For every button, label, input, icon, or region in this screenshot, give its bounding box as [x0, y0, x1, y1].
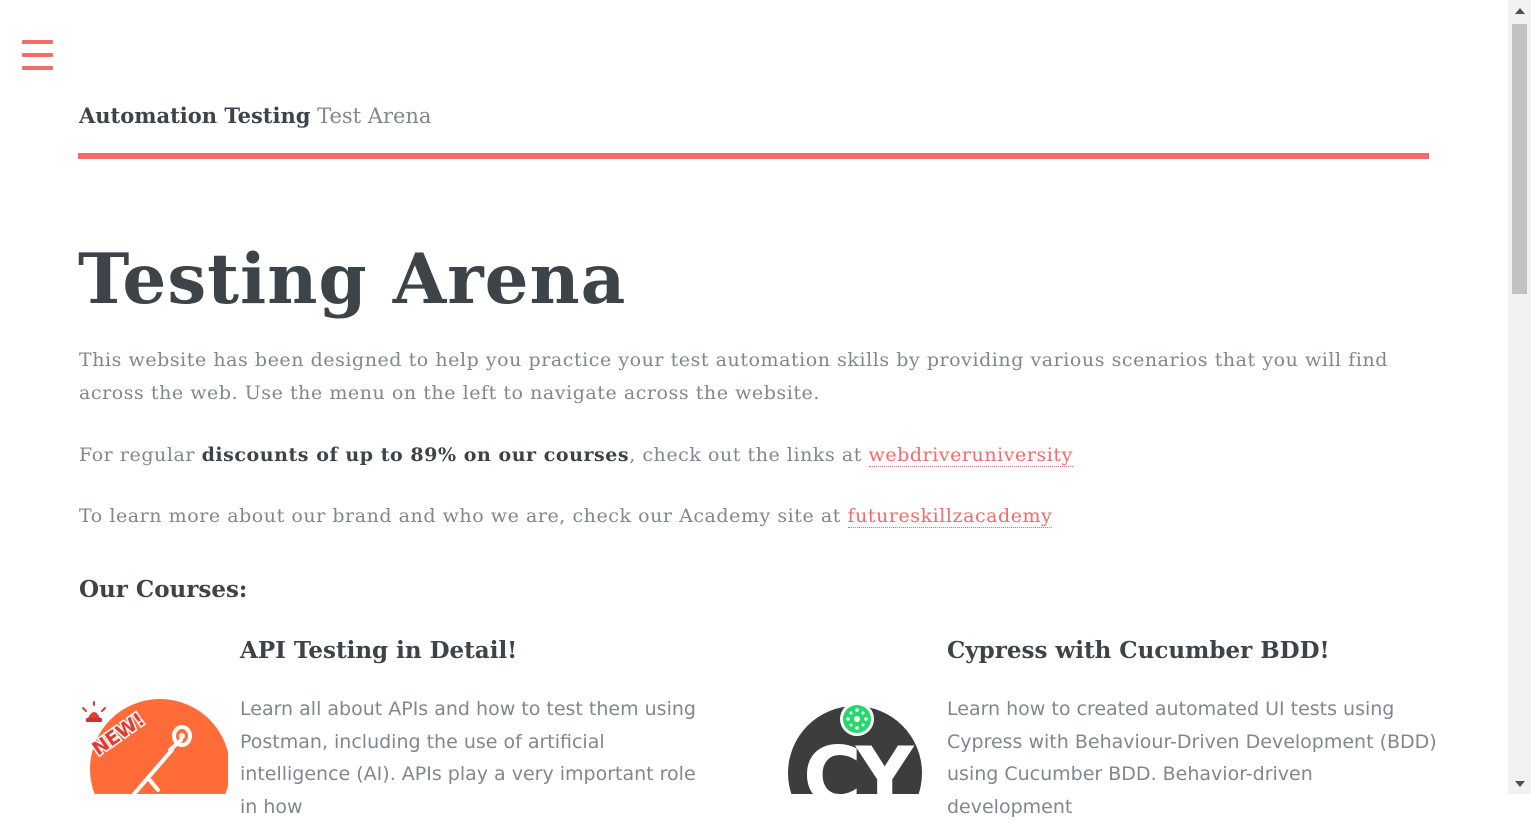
discounts-bold: discounts of up to 89% on our courses: [201, 444, 630, 466]
site-header: Automation Testing Test Arena: [79, 101, 1429, 131]
scroll-up-arrow-icon[interactable]: [1515, 8, 1525, 14]
academy-prefix: To learn more about our brand and who we…: [79, 505, 848, 527]
page-title: Testing Arena: [78, 239, 627, 320]
discounts-paragraph: For regular discounts of up to 89% on ou…: [79, 439, 1073, 472]
brand-bold: Automation Testing: [79, 103, 311, 128]
intro-text: This website has been designed to help y…: [79, 349, 1388, 404]
scroll-down-arrow-icon[interactable]: [1515, 781, 1525, 787]
course-title-api-testing[interactable]: API Testing in Detail!: [240, 635, 517, 667]
academy-paragraph: To learn more about our brand and who we…: [79, 500, 1053, 533]
discounts-prefix: For regular: [79, 444, 202, 466]
vertical-scrollbar[interactable]: [1508, 0, 1531, 794]
courses-heading: Our Courses:: [79, 576, 248, 603]
brand-link[interactable]: Automation Testing Test Arena: [79, 103, 432, 128]
cucumber-cypress-icon[interactable]: CY: [786, 700, 926, 794]
course-desc-api-testing: Learn all about APIs and how to test the…: [240, 698, 696, 818]
course-desc-cypress-cucumber: Learn how to created automated UI tests …: [947, 698, 1437, 818]
webdriveruniversity-link[interactable]: webdriveruniversity: [868, 444, 1073, 467]
discounts-middle: , check out the links at: [629, 444, 869, 466]
menu-toggle-icon[interactable]: [22, 40, 53, 70]
header-divider: [78, 153, 1429, 159]
brand-light: Test Arena: [317, 104, 432, 128]
course-title-cypress-cucumber[interactable]: Cypress with Cucumber BDD!: [947, 635, 1330, 667]
course-icon-text: CY: [803, 730, 915, 794]
scroll-thumb[interactable]: [1512, 24, 1527, 294]
postman-icon[interactable]: NEW!: [78, 698, 228, 794]
futureskillzacademy-link[interactable]: futureskillzacademy: [847, 505, 1053, 528]
